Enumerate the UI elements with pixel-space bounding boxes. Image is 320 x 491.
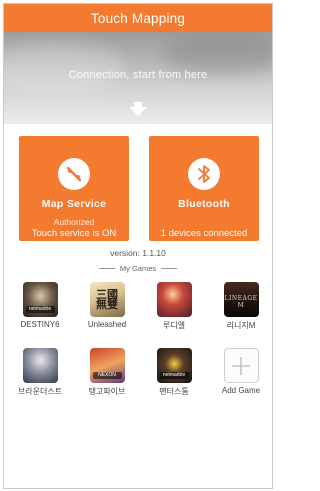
game-item-rudiel[interactable]: 루디엘 xyxy=(144,282,204,331)
bluetooth-detail: 1 devices connected xyxy=(160,228,248,239)
service-tiles: Map Service Authorized Touch service is … xyxy=(4,124,272,246)
version-text: version: 1.1.10 xyxy=(110,248,166,258)
tango-five-game-icon: NEXON xyxy=(89,348,125,383)
divider xyxy=(161,267,178,269)
map-service-tile[interactable]: Map Service Authorized Touch service is … xyxy=(19,136,129,241)
game-label: 리니지M xyxy=(226,321,256,330)
add-game-button[interactable]: Add Game xyxy=(211,348,271,395)
bluetooth-tile[interactable]: Bluetooth 1 devices connected xyxy=(149,136,259,241)
map-service-icon xyxy=(58,158,90,190)
game-icon-badge: netmarble xyxy=(25,306,55,313)
game-label: Unleashed xyxy=(87,320,127,329)
game-item-unleashed[interactable]: 三國 無雙 Unleashed xyxy=(77,282,137,329)
game-item-destiny6[interactable]: netmarble DESTINY6 xyxy=(10,282,70,329)
map-service-label: Map Service xyxy=(41,198,107,210)
my-games-header: My Games xyxy=(4,260,272,276)
game-label: DESTINY6 xyxy=(20,320,60,329)
my-games-title: My Games xyxy=(119,263,157,273)
banner-decoration xyxy=(4,42,124,92)
map-service-detail: Touch service is ON xyxy=(31,228,117,239)
brown-dust-game-icon xyxy=(22,348,58,383)
unleashed-game-icon: 三國 無雙 xyxy=(89,282,125,317)
add-icon xyxy=(223,348,259,383)
banner-decoration xyxy=(162,34,272,74)
title-bar: Touch Mapping xyxy=(4,4,272,32)
game-item-brown-dust[interactable]: 브라운더스트 xyxy=(10,348,70,397)
game-label: 탱고파이브 xyxy=(88,387,126,396)
game-item-tango-five[interactable]: NEXON 탱고파이브 xyxy=(77,348,137,397)
map-service-status: Authorized xyxy=(53,217,95,227)
connection-banner[interactable]: Connection, start from here xyxy=(4,32,272,124)
add-game-label: Add Game xyxy=(221,386,261,395)
bluetooth-icon xyxy=(188,158,220,190)
app-screen: Touch Mapping Connection, start from her… xyxy=(3,3,273,489)
bluetooth-label: Bluetooth xyxy=(178,198,230,210)
game-item-lineage-m[interactable]: LINEAGE M 리니지M xyxy=(211,282,271,331)
unleashed-logo: 三國 無雙 xyxy=(96,288,118,311)
lineage-m-game-icon: LINEAGE M xyxy=(223,282,259,317)
game-item-fantastorm[interactable]: netmarble 팬타스톰 xyxy=(144,348,204,397)
game-icon-badge: netmarble xyxy=(159,372,189,379)
rudiel-game-icon xyxy=(156,282,192,317)
game-label: 루디엘 xyxy=(162,321,186,330)
app-title: Touch Mapping xyxy=(90,10,186,26)
divider xyxy=(98,267,115,269)
connection-message: Connection, start from here xyxy=(68,69,208,81)
arrow-down-icon xyxy=(129,102,147,116)
destiny6-game-icon: netmarble xyxy=(22,282,58,317)
fantastorm-game-icon: netmarble xyxy=(156,348,192,383)
game-icon-badge: NEXON xyxy=(92,372,122,379)
game-label: 팬타스톰 xyxy=(159,387,189,396)
game-label: 브라운더스트 xyxy=(17,387,63,396)
lineage-m-logo: LINEAGE M xyxy=(224,295,258,309)
